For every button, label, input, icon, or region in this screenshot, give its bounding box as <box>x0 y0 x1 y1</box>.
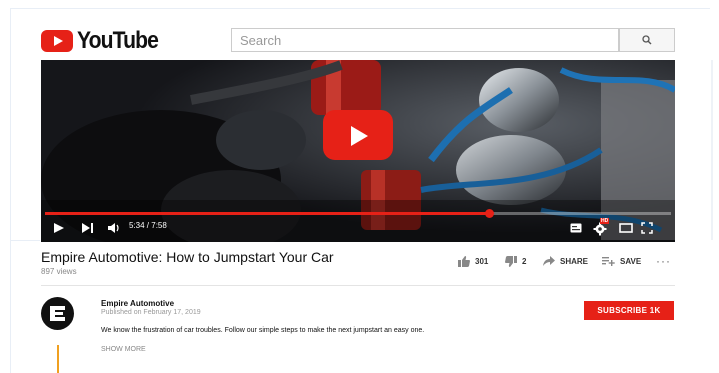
save-label: SAVE <box>620 256 642 266</box>
video-player[interactable]: 5:34 / 7:58 HD <box>41 60 675 242</box>
big-play-button[interactable] <box>323 110 393 160</box>
captions-icon[interactable] <box>570 223 582 233</box>
fullscreen-icon[interactable] <box>641 222 653 234</box>
share-icon <box>543 256 555 266</box>
play-icon[interactable] <box>53 222 65 234</box>
search-button[interactable] <box>619 28 675 52</box>
view-count: 897 views <box>41 267 77 276</box>
progress-bar[interactable] <box>45 209 671 218</box>
like-button[interactable]: 301 <box>458 256 488 267</box>
playlist-add-icon <box>602 257 615 266</box>
thumbs-up-icon <box>458 256 470 267</box>
time-display: 5:34 / 7:58 <box>129 221 167 230</box>
next-icon[interactable] <box>81 222 94 234</box>
gear-icon <box>593 222 607 236</box>
show-more-button[interactable]: SHOW MORE <box>101 346 146 353</box>
progress-scrubber[interactable] <box>485 209 494 218</box>
share-button[interactable]: SHARE <box>543 256 588 266</box>
settings-button[interactable]: HD <box>593 218 610 236</box>
divider <box>41 285 675 286</box>
search-icon <box>642 35 652 45</box>
video-description: We know the frustration of car troubles.… <box>101 327 425 334</box>
dislike-button[interactable]: 2 <box>505 256 526 267</box>
theater-mode-icon[interactable] <box>619 223 633 233</box>
search-input[interactable]: Search <box>231 28 619 52</box>
youtube-logo[interactable]: YouTube <box>41 27 169 54</box>
play-logo-icon <box>41 30 73 52</box>
subscribe-button[interactable]: SUBSCRIBE 1K <box>584 301 674 320</box>
volume-icon[interactable] <box>107 222 120 234</box>
page-frame-line <box>711 60 713 240</box>
save-button[interactable]: SAVE <box>602 256 641 266</box>
progress-fill <box>45 212 489 215</box>
video-title: Empire Automotive: How to Jumpstart Your… <box>41 249 334 265</box>
current-time: 5:34 <box>129 221 145 230</box>
more-actions-icon[interactable]: ··· <box>656 254 671 268</box>
thumbs-down-icon <box>505 256 517 267</box>
search-placeholder: Search <box>240 32 282 48</box>
page-frame-line <box>10 8 11 373</box>
like-count: 301 <box>475 257 489 266</box>
page-frame-line <box>10 8 710 9</box>
page-frame-line <box>10 240 40 241</box>
share-label: SHARE <box>560 256 589 266</box>
logo-text: YouTube <box>77 27 159 54</box>
hd-badge: HD <box>600 218 610 224</box>
duration: 7:58 <box>151 221 167 230</box>
channel-avatar[interactable] <box>41 297 74 330</box>
accent-bar <box>57 345 59 373</box>
dislike-count: 2 <box>522 257 527 266</box>
publish-date: Published on February 17, 2019 <box>101 309 201 316</box>
empire-logo-icon <box>50 306 65 321</box>
channel-name[interactable]: Empire Automotive <box>101 299 174 308</box>
